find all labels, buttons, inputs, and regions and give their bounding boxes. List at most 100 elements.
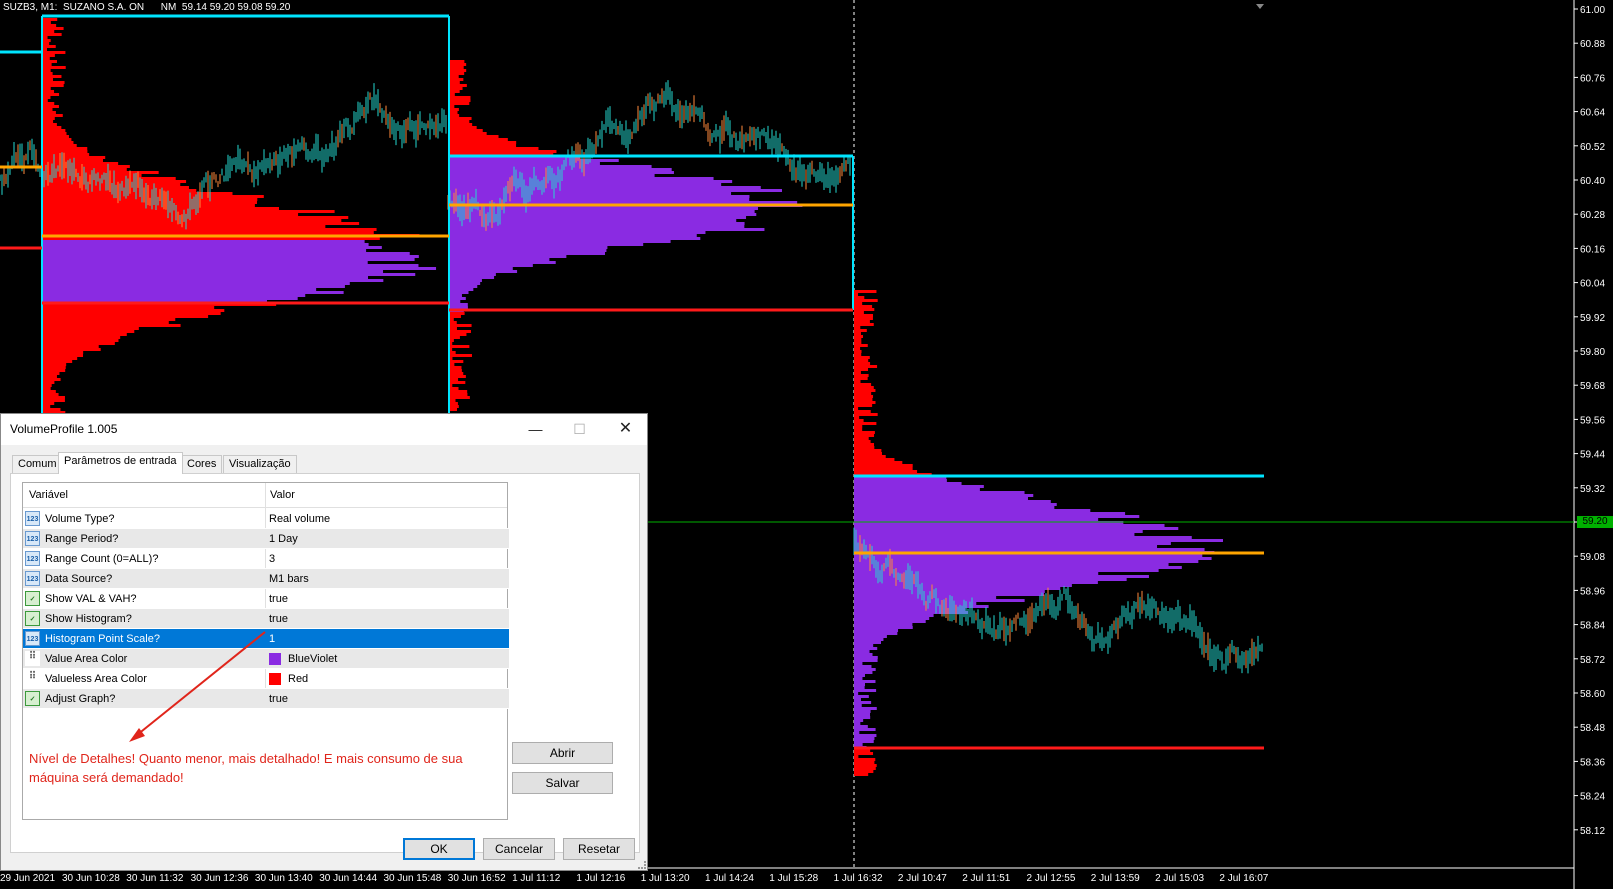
input-value[interactable]: BlueViolet: [288, 653, 337, 665]
color-type-icon: ⠿: [25, 671, 40, 686]
price-axis-label: 60.52: [1580, 142, 1605, 153]
minimize-icon[interactable]: —: [513, 414, 558, 445]
price-axis-label: 59.68: [1580, 381, 1605, 392]
price-axis-label: 59.80: [1580, 347, 1605, 358]
maximize-icon[interactable]: ☐: [557, 414, 602, 445]
input-name: Volume Type?: [45, 513, 115, 525]
price-axis-label: 59.08: [1580, 552, 1605, 563]
time-axis-label: 30 Jun 14:44: [319, 873, 377, 884]
inputs-panel: Variável Valor 123 Volume Type? Real volum…: [10, 473, 640, 853]
numeric-type-icon: 123: [25, 551, 40, 566]
reset-button[interactable]: Resetar: [563, 838, 635, 860]
volume-profile-dialog: VolumeProfile 1.005 — ☐ ✕ Comum Parâmetr…: [0, 413, 648, 871]
input-row[interactable]: 123 Range Count (0=ALL)? 3: [23, 549, 509, 569]
price-axis-label: 58.12: [1580, 826, 1605, 837]
price-axis-label: 58.96: [1580, 586, 1605, 597]
tab-visualizacao[interactable]: Visualização: [223, 455, 297, 473]
color-swatch[interactable]: [269, 653, 281, 665]
input-value[interactable]: true: [269, 593, 288, 605]
color-type-icon: ⠿: [25, 651, 40, 666]
price-axis: 61.00 60.88 60.76 60.64 60.52 60.40 60.28 60.16…: [1574, 5, 1605, 837]
time-axis-label: 2 Jul 15:03: [1155, 873, 1204, 884]
input-name: Value Area Color: [45, 653, 128, 665]
chart-header: SUZB3, M1: SUZANO S.A. ON NM 59.14 59.20…: [3, 2, 291, 13]
open-button[interactable]: Abrir: [512, 742, 613, 764]
price-axis-label: 60.76: [1580, 73, 1605, 84]
price-axis-label: 60.16: [1580, 244, 1605, 255]
time-axis-label: 30 Jun 10:28: [62, 873, 120, 884]
inputs-grid: Variável Valor 123 Volume Type? Real volum…: [22, 482, 509, 820]
price-axis-label: 58.72: [1580, 655, 1605, 666]
save-button[interactable]: Salvar: [512, 772, 613, 794]
input-name: Histogram Point Scale?: [45, 633, 160, 645]
input-value[interactable]: M1 bars: [269, 573, 309, 585]
numeric-type-icon: 123: [25, 631, 40, 646]
input-value[interactable]: 3: [269, 553, 275, 565]
input-row[interactable]: 123 Histogram Point Scale? 1: [23, 629, 509, 649]
input-value[interactable]: 1 Day: [269, 533, 298, 545]
boolean-type-icon: ✓: [25, 611, 40, 626]
input-row[interactable]: 123 Volume Type? Real volume: [23, 509, 509, 529]
numeric-type-icon: 123: [25, 531, 40, 546]
time-axis-label: 1 Jul 16:32: [834, 873, 883, 884]
time-axis-label: 30 Jun 12:36: [191, 873, 249, 884]
price-axis-label: 60.40: [1580, 176, 1605, 187]
input-row[interactable]: 123 Range Period? 1 Day: [23, 529, 509, 549]
price-axis-label: 61.00: [1580, 5, 1605, 16]
close-icon[interactable]: ✕: [603, 414, 648, 445]
color-swatch[interactable]: [269, 673, 281, 685]
scroll-shift-marker[interactable]: [1256, 4, 1264, 9]
price-axis-label: 59.92: [1580, 313, 1605, 324]
price-axis-label: 58.84: [1580, 621, 1605, 632]
input-name: Show VAL & VAH?: [45, 593, 137, 605]
resize-grip[interactable]: [638, 861, 646, 869]
time-axis-label: 2 Jul 11:51: [962, 873, 1011, 884]
column-value[interactable]: Valor: [270, 489, 295, 501]
price-axis-label: 59.44: [1580, 450, 1605, 461]
price-axis-label: 59.56: [1580, 415, 1605, 426]
time-axis-label: 29 Jun 2021: [0, 873, 55, 884]
time-axis-label: 2 Jul 13:59: [1091, 873, 1140, 884]
price-axis-label: 60.04: [1580, 279, 1605, 290]
time-axis-label: 1 Jul 13:20: [641, 873, 690, 884]
input-row[interactable]: ✓ Show VAL & VAH? true: [23, 589, 509, 609]
price-axis-label: 58.48: [1580, 723, 1605, 734]
input-value[interactable]: true: [269, 693, 288, 705]
input-value[interactable]: Real volume: [269, 513, 330, 525]
input-value[interactable]: 1: [269, 633, 275, 645]
numeric-type-icon: 123: [25, 511, 40, 526]
price-axis-label: 60.88: [1580, 39, 1605, 50]
input-value[interactable]: true: [269, 613, 288, 625]
input-row[interactable]: ⠿ Value Area Color BlueViolet: [23, 649, 509, 669]
input-row[interactable]: ✓ Adjust Graph? true: [23, 689, 509, 709]
tab-cores[interactable]: Cores: [181, 455, 223, 473]
input-name: Show Histogram?: [45, 613, 132, 625]
numeric-type-icon: 123: [25, 571, 40, 586]
time-axis-label: 1 Jul 15:28: [769, 873, 818, 884]
time-axis-label: 30 Jun 11:32: [126, 873, 184, 884]
dialog-titlebar[interactable]: VolumeProfile 1.005 — ☐ ✕: [1, 414, 647, 445]
ok-button[interactable]: OK: [403, 838, 475, 860]
time-axis-label: 30 Jun 15:48: [384, 873, 442, 884]
price-axis-label: 58.60: [1580, 689, 1605, 700]
cancel-button[interactable]: Cancelar: [483, 838, 555, 860]
time-axis: 29 Jun 2021 30 Jun 10:28 30 Jun 11:32 30 Ju…: [0, 873, 1269, 884]
price-axis-label: 58.24: [1580, 792, 1605, 803]
input-name: Range Period?: [45, 533, 119, 545]
current-price-tag: 59.20: [1577, 516, 1613, 528]
price-axis-label: 58.36: [1580, 757, 1605, 768]
time-axis-label: 1 Jul 12:16: [576, 873, 625, 884]
tab-parametros-de-entrada[interactable]: Parâmetros de entrada: [58, 452, 183, 474]
boolean-type-icon: ✓: [25, 691, 40, 706]
tab-comum[interactable]: Comum: [12, 455, 63, 473]
input-row[interactable]: ⠿ Valueless Area Color Red: [23, 669, 509, 689]
input-row[interactable]: 123 Data Source? M1 bars: [23, 569, 509, 589]
input-value[interactable]: Red: [288, 673, 308, 685]
price-axis-label: 60.64: [1580, 108, 1605, 119]
time-axis-label: 1 Jul 14:24: [705, 873, 754, 884]
input-name: Range Count (0=ALL)?: [45, 553, 159, 565]
price-axis-label: 60.28: [1580, 210, 1605, 221]
input-row[interactable]: ✓ Show Histogram? true: [23, 609, 509, 629]
column-variable[interactable]: Variável: [29, 489, 68, 501]
boolean-type-icon: ✓: [25, 591, 40, 606]
